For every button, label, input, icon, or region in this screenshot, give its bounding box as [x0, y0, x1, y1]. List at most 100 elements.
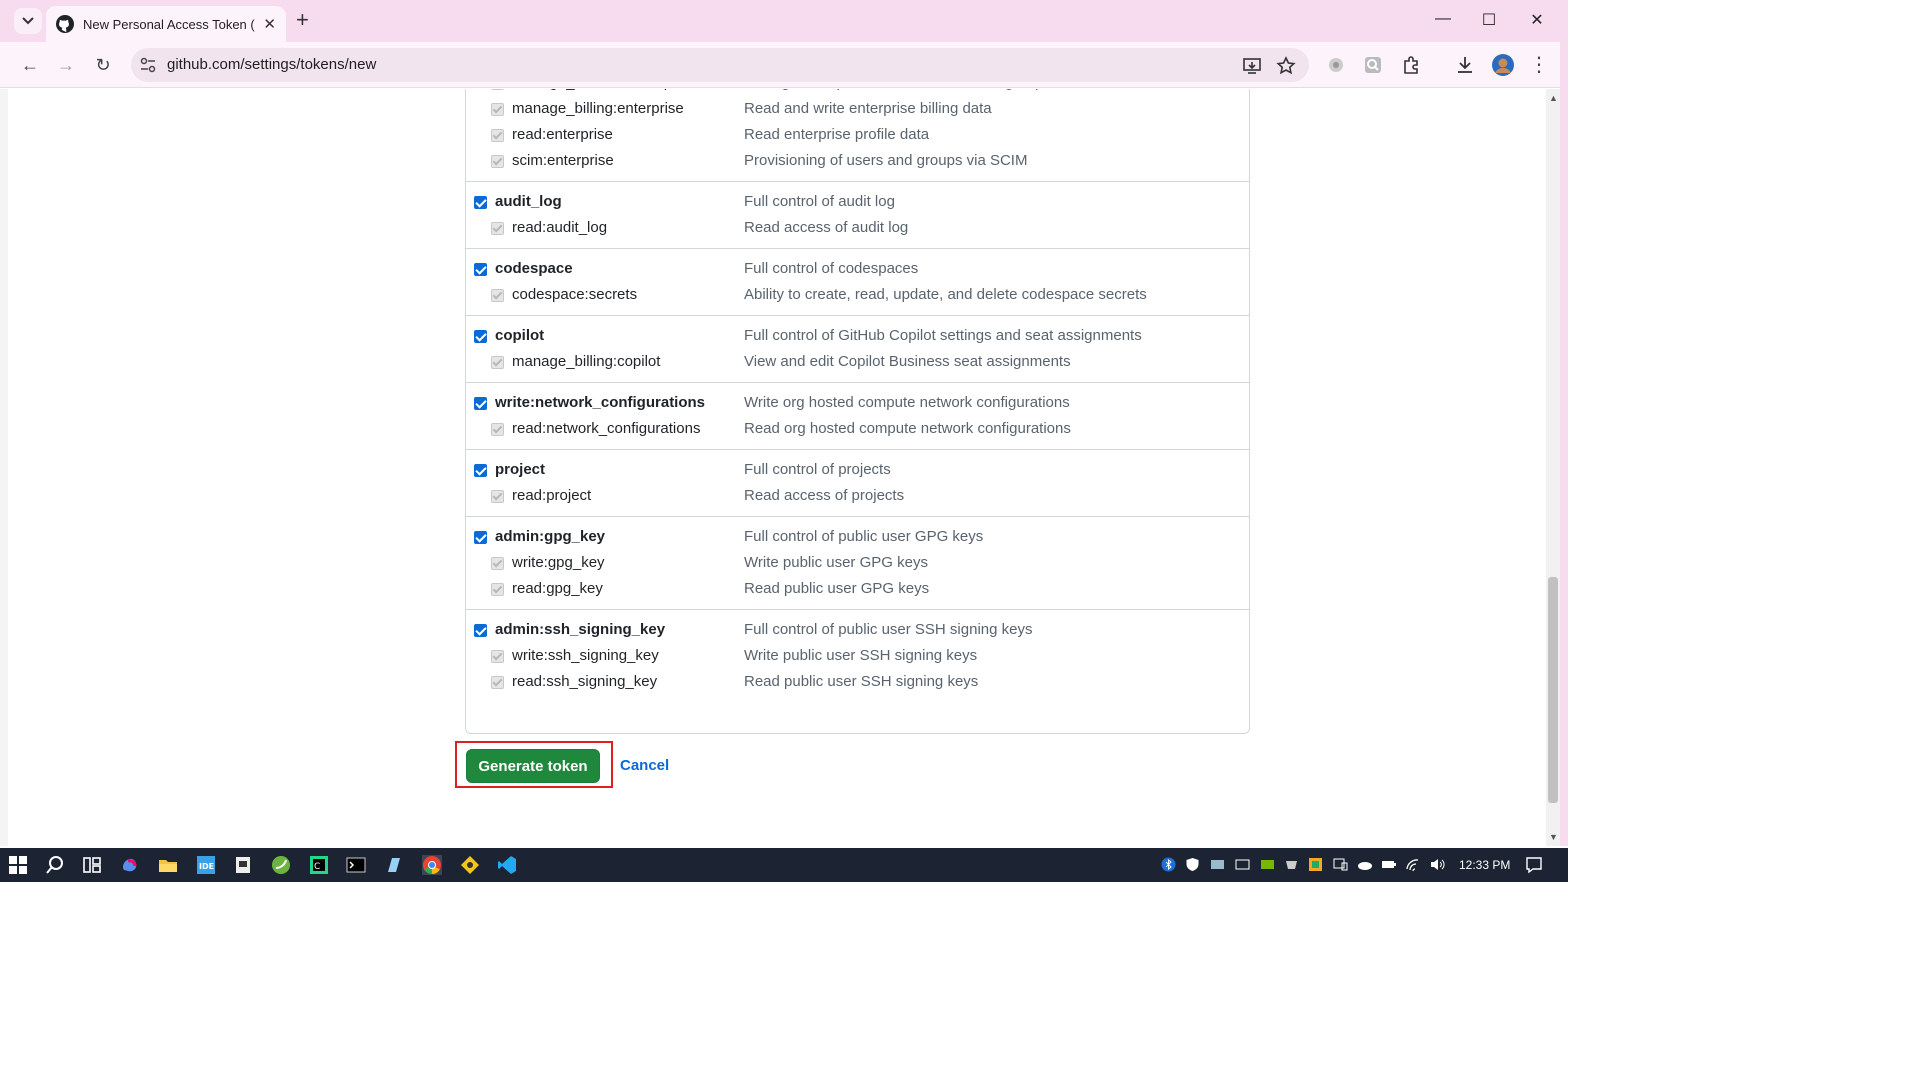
sub-scope-row: write:ssh_signing_key Write public user S…: [466, 644, 1249, 670]
bluetooth-icon[interactable]: [1161, 857, 1176, 872]
volume-icon[interactable]: [1430, 857, 1445, 872]
scope-checkbox[interactable]: [474, 263, 487, 276]
sub-scope-row: read:network_configurations Read org host…: [466, 417, 1249, 443]
ide-icon[interactable]: IDE: [196, 855, 216, 875]
downloads-icon[interactable]: [1455, 55, 1475, 75]
scope-name[interactable]: read:project: [512, 487, 591, 504]
install-app-icon[interactable]: [1242, 56, 1262, 76]
sub-scope-checkbox: [491, 155, 504, 168]
sub-scope-row: read:enterprise Read enterprise profile d…: [466, 123, 1249, 149]
browser-tab[interactable]: New Personal Access Token (Cl ✕: [46, 6, 286, 42]
extension-icon[interactable]: [1326, 55, 1346, 75]
extension-search-icon[interactable]: [1363, 55, 1383, 75]
file-explorer-icon[interactable]: [158, 855, 178, 875]
tray-window-icon[interactable]: [1235, 857, 1250, 872]
scope-name[interactable]: write:network_configurations: [495, 394, 705, 411]
profile-avatar[interactable]: [1492, 54, 1514, 76]
scope-checkbox[interactable]: [474, 330, 487, 343]
scope-checkbox[interactable]: [474, 464, 487, 477]
scope-name[interactable]: read:audit_log: [512, 219, 607, 236]
network-drive-icon[interactable]: [1210, 857, 1225, 872]
vscode-icon[interactable]: [497, 855, 517, 875]
copilot-icon[interactable]: [120, 855, 140, 875]
scope-name[interactable]: manage_billing:enterprise: [512, 100, 684, 117]
chrome-icon[interactable]: [422, 855, 442, 875]
sub-scope-row: write:gpg_key Write public user GPG keys: [466, 551, 1249, 577]
tray-app-icon[interactable]: [1308, 857, 1323, 872]
nvidia-icon[interactable]: [1260, 857, 1275, 872]
url-text: github.com/settings/tokens/new: [167, 56, 377, 73]
notes-app-icon[interactable]: [384, 855, 404, 875]
scope-name[interactable]: manage_runners:enterprise: [512, 89, 696, 91]
scope-name[interactable]: write:ssh_signing_key: [512, 647, 659, 664]
tab-close-icon[interactable]: ✕: [263, 15, 276, 33]
scope-name[interactable]: admin:gpg_key: [495, 528, 605, 545]
minimize-button[interactable]: —: [1420, 10, 1466, 28]
cancel-link[interactable]: Cancel: [620, 757, 669, 774]
sub-scope-row: codespace:secrets Ability to create, read…: [466, 283, 1249, 309]
scope-name[interactable]: read:ssh_signing_key: [512, 673, 657, 690]
scope-description: Read enterprise profile data: [744, 126, 930, 143]
scope-row: codespace Full control of codespaces: [466, 257, 1249, 283]
address-bar[interactable]: github.com/settings/tokens/new: [131, 48, 1309, 82]
scope-description: Read access of projects: [744, 487, 905, 504]
wifi-icon[interactable]: [1406, 857, 1421, 872]
sub-scope-checkbox: [491, 356, 504, 369]
display-icon[interactable]: [1333, 857, 1348, 872]
scope-row: audit_log Full control of audit log: [466, 190, 1249, 216]
scope-name[interactable]: project: [495, 461, 545, 478]
scope-name[interactable]: read:enterprise: [512, 126, 613, 143]
scope-name[interactable]: write:gpg_key: [512, 554, 605, 571]
scope-name[interactable]: codespace:secrets: [512, 286, 637, 303]
bookmark-star-icon[interactable]: [1276, 56, 1296, 76]
scope-name[interactable]: codespace: [495, 260, 573, 277]
security-shield-icon[interactable]: [1185, 857, 1200, 872]
scope-row: admin:gpg_key Full control of public user…: [466, 525, 1249, 551]
windows-start-icon[interactable]: [8, 855, 28, 875]
terminal-icon[interactable]: [346, 855, 366, 875]
page-scrollbar[interactable]: ▲ ▼: [1546, 89, 1560, 846]
close-window-button[interactable]: ✕: [1514, 10, 1560, 30]
scope-checkbox[interactable]: [474, 397, 487, 410]
maximize-button[interactable]: ☐: [1466, 10, 1512, 30]
new-tab-button[interactable]: +: [296, 9, 309, 31]
battery-icon[interactable]: [1381, 857, 1396, 872]
scope-name[interactable]: audit_log: [495, 193, 562, 210]
notifications-icon[interactable]: [1525, 856, 1543, 874]
scope-name[interactable]: scim:enterprise: [512, 152, 614, 169]
extensions-puzzle-icon[interactable]: [1401, 55, 1421, 75]
taskbar-clock[interactable]: 12:33 PM: [1459, 858, 1510, 872]
scope-checkbox[interactable]: [474, 531, 487, 544]
site-info-icon[interactable]: [139, 56, 157, 74]
scope-description: Read org hosted compute network configur…: [744, 420, 1071, 437]
scope-name[interactable]: manage_billing:copilot: [512, 353, 660, 370]
git-tool-icon[interactable]: [460, 855, 480, 875]
generate-token-button[interactable]: Generate token: [466, 749, 600, 783]
scope-checkbox[interactable]: [474, 196, 487, 209]
scope-name[interactable]: read:gpg_key: [512, 580, 603, 597]
pycharm-icon[interactable]: C: [309, 855, 329, 875]
scroll-down-arrow-icon[interactable]: ▼: [1549, 832, 1558, 842]
back-button[interactable]: ←: [18, 54, 42, 76]
tab-search-button[interactable]: [14, 8, 42, 34]
task-view-icon[interactable]: [82, 855, 102, 875]
scope-row: project Full control of projects: [466, 458, 1249, 484]
scroll-up-arrow-icon[interactable]: ▲: [1549, 93, 1558, 103]
onedrive-icon[interactable]: [1357, 857, 1372, 872]
scope-row: copilot Full control of GitHub Copilot se…: [466, 324, 1249, 350]
reload-button[interactable]: ↻: [91, 54, 115, 76]
search-icon[interactable]: [45, 855, 65, 875]
left-edge: [0, 89, 8, 846]
scrollbar-thumb[interactable]: [1548, 577, 1558, 803]
spring-tool-icon[interactable]: [271, 855, 291, 875]
scope-description: Full control of public user SSH signing …: [744, 621, 1033, 638]
scope-name[interactable]: read:network_configurations: [512, 420, 700, 437]
sub-scope-checkbox: [491, 129, 504, 142]
forward-button[interactable]: →: [54, 54, 78, 76]
browser-menu-button[interactable]: ⋮: [1527, 54, 1551, 76]
notepad-icon[interactable]: [233, 855, 253, 875]
scope-name[interactable]: admin:ssh_signing_key: [495, 621, 665, 638]
scope-name[interactable]: copilot: [495, 327, 544, 344]
scope-checkbox[interactable]: [474, 624, 487, 637]
tray-shield-icon[interactable]: [1284, 857, 1299, 872]
